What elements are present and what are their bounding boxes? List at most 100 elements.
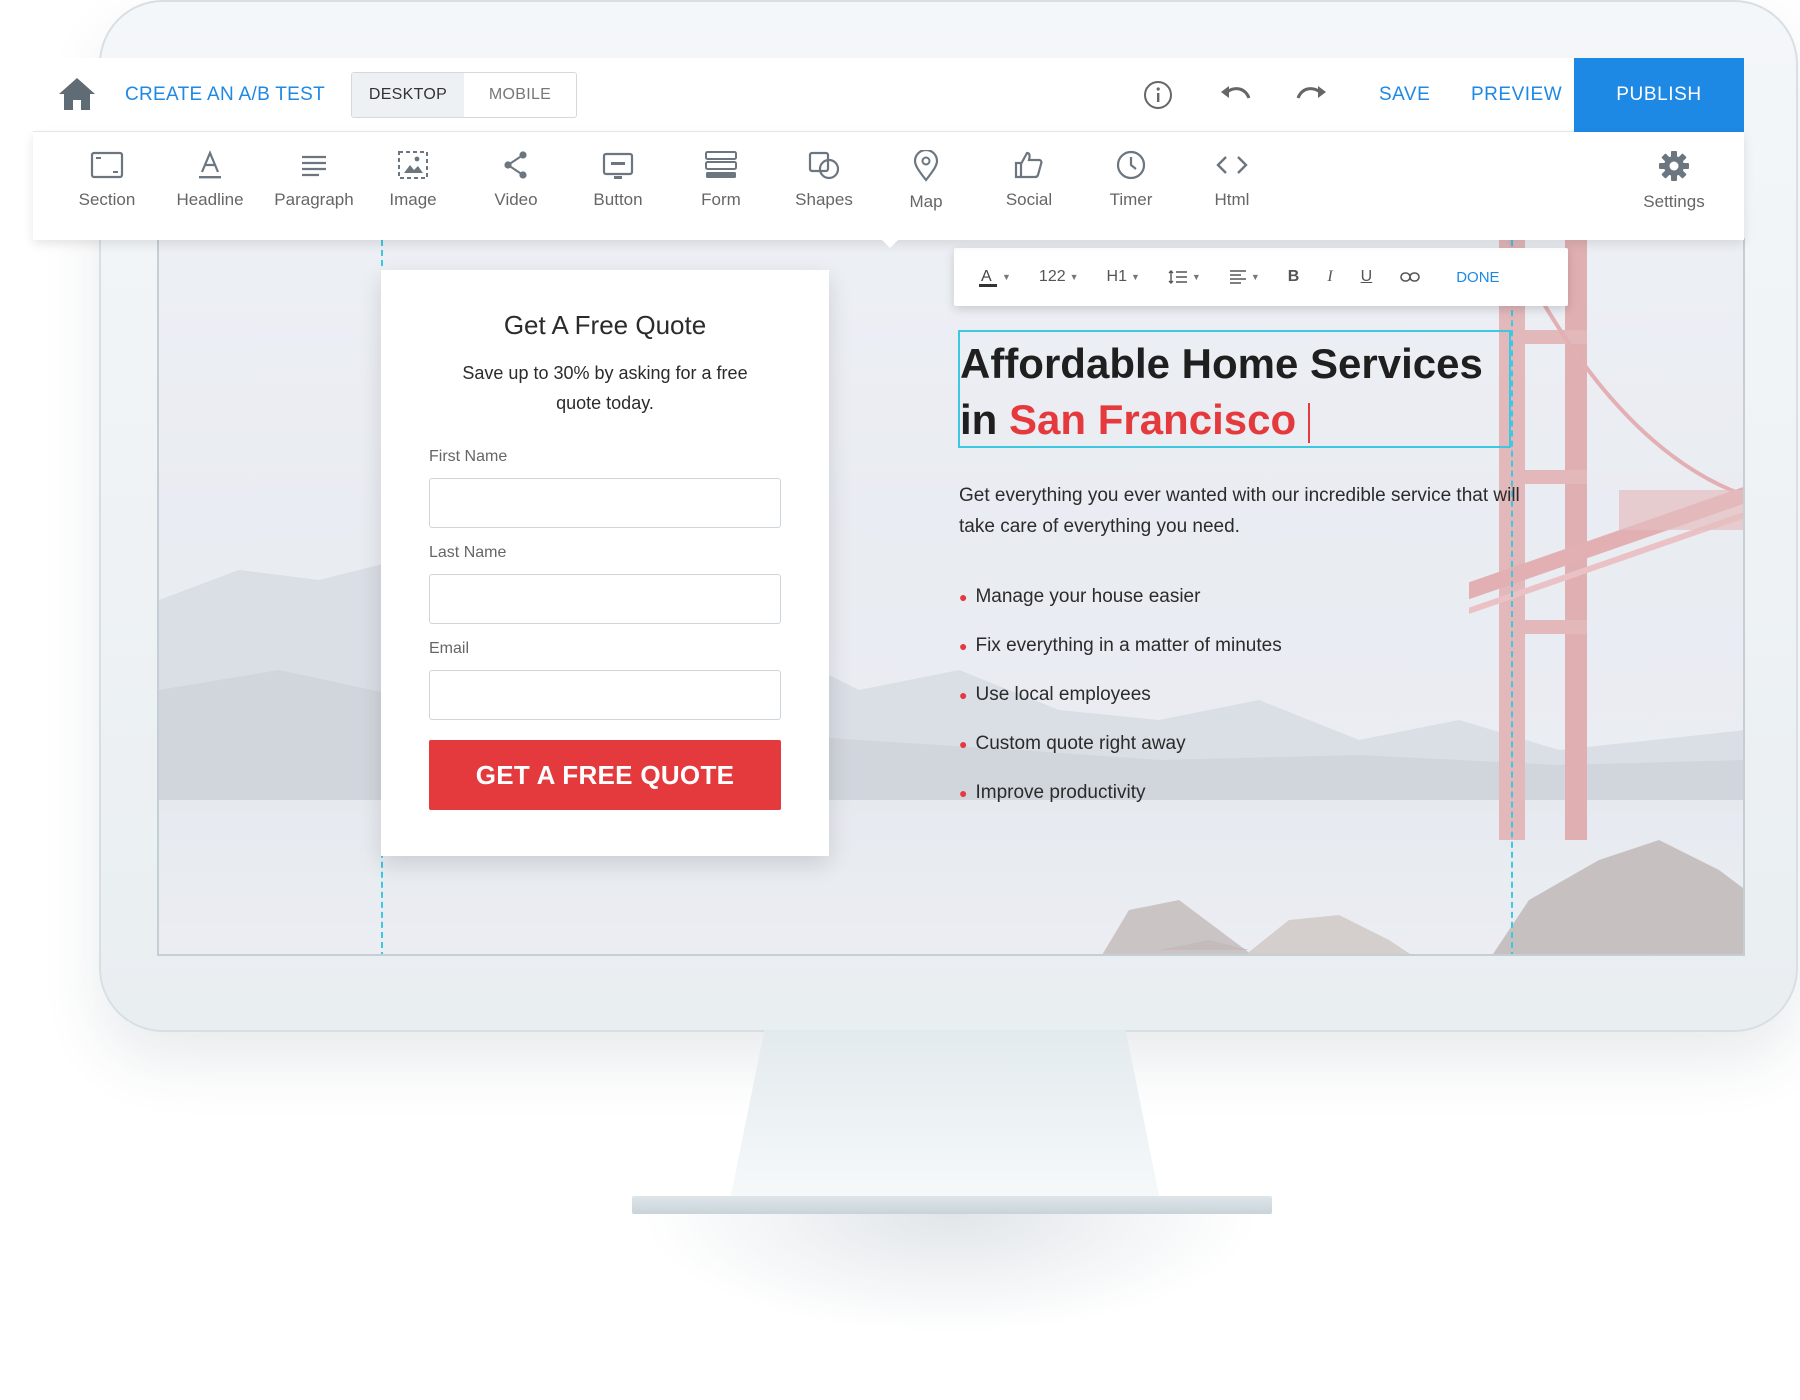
tool-label: Timer bbox=[1109, 190, 1153, 209]
tool-image[interactable]: Image bbox=[363, 150, 463, 210]
link-button[interactable] bbox=[1400, 271, 1421, 283]
list-item[interactable]: ● Manage your house easier bbox=[959, 572, 1519, 621]
heading-level-value: H1 bbox=[1106, 268, 1127, 285]
tool-label: Map bbox=[909, 192, 943, 211]
tool-shapes[interactable]: Shapes bbox=[774, 150, 874, 210]
list-item[interactable]: ● Improve productivity bbox=[959, 768, 1519, 817]
tool-label: Headline bbox=[176, 190, 244, 209]
preview-button[interactable]: PREVIEW bbox=[1471, 84, 1562, 106]
info-icon bbox=[1144, 81, 1172, 109]
publish-button[interactable]: PUBLISH bbox=[1574, 58, 1744, 132]
monitor-stand bbox=[632, 1196, 1272, 1214]
headline-line-1: Affordable Home Services bbox=[960, 340, 1483, 387]
tool-html[interactable]: Html bbox=[1182, 150, 1282, 210]
chevron-down-icon: ▼ bbox=[1191, 272, 1201, 282]
bold-button[interactable]: B bbox=[1288, 268, 1300, 286]
italic-button[interactable]: I bbox=[1327, 268, 1332, 286]
list-item[interactable]: ● Fix everything in a matter of minutes bbox=[959, 621, 1519, 670]
tool-social[interactable]: Social bbox=[979, 150, 1079, 210]
headline-highlight: San Francisco bbox=[1009, 396, 1297, 443]
bullet-dot-icon: ● bbox=[959, 784, 968, 801]
underline-button[interactable]: U bbox=[1361, 268, 1373, 286]
tool-headline[interactable]: Headline bbox=[160, 150, 260, 210]
chevron-down-icon: ▼ bbox=[1002, 272, 1011, 282]
headline-line-2: in San Francisco bbox=[960, 392, 1520, 448]
font-color-picker[interactable]: A ▼ bbox=[978, 266, 1011, 288]
toolbar-pointer bbox=[880, 238, 900, 248]
undo-icon bbox=[1221, 86, 1251, 99]
redo-button[interactable] bbox=[1295, 78, 1329, 112]
map-pin-icon bbox=[913, 150, 939, 182]
headline-prefix: in bbox=[960, 396, 1009, 443]
create-ab-test-link[interactable]: CREATE AN A/B TEST bbox=[125, 84, 325, 106]
clock-icon bbox=[1116, 150, 1146, 180]
bullet-dot-icon: ● bbox=[959, 686, 968, 703]
home-icon[interactable] bbox=[57, 76, 97, 112]
chevron-down-icon: ▼ bbox=[1069, 272, 1079, 282]
bullet-dot-icon: ● bbox=[959, 735, 968, 752]
share-icon bbox=[504, 151, 527, 179]
font-size-select[interactable]: 122 ▼ bbox=[1039, 268, 1079, 286]
text-align-select[interactable]: ▼ bbox=[1229, 269, 1260, 285]
tool-section[interactable]: Section bbox=[57, 150, 157, 210]
tool-form[interactable]: Form bbox=[671, 150, 771, 210]
tool-map[interactable]: Map bbox=[876, 150, 976, 212]
button-icon bbox=[602, 152, 634, 179]
tool-label: Video bbox=[494, 190, 538, 209]
tool-label: Paragraph bbox=[274, 190, 354, 209]
form-title: Get A Free Quote bbox=[503, 310, 707, 340]
code-icon bbox=[1216, 156, 1248, 174]
form-icon bbox=[705, 151, 737, 178]
link-icon bbox=[1400, 272, 1421, 282]
heading-level-select[interactable]: H1 ▼ bbox=[1107, 268, 1140, 286]
device-view-toggle: DESKTOP MOBILE bbox=[351, 72, 577, 118]
get-free-quote-button[interactable]: GET A FREE QUOTE bbox=[429, 740, 781, 810]
desktop-view-button[interactable]: DESKTOP bbox=[352, 73, 464, 117]
tool-button[interactable]: Button bbox=[568, 150, 668, 210]
tool-paragraph[interactable]: Paragraph bbox=[264, 150, 364, 210]
tool-timer[interactable]: Timer bbox=[1081, 150, 1181, 210]
tool-video[interactable]: Video bbox=[466, 150, 566, 210]
email-label: Email bbox=[429, 640, 470, 657]
text-format-toolbar: A ▼ 122 ▼ H1 ▼ ▼ ▼ B I U DONE bbox=[954, 248, 1568, 306]
hero-headline[interactable]: Affordable Home Services in San Francisc… bbox=[960, 336, 1520, 448]
quote-form-card[interactable]: Get A Free Quote Save up to 30% by askin… bbox=[381, 270, 829, 856]
last-name-label: Last Name bbox=[429, 544, 507, 561]
hero-body-text[interactable]: Get everything you ever wanted with our … bbox=[959, 480, 1539, 542]
element-toolbar: Section Headline Paragraph Image Video B… bbox=[33, 132, 1744, 240]
tool-label: Shapes bbox=[795, 190, 853, 209]
done-button[interactable]: DONE bbox=[1456, 269, 1499, 286]
svg-text:A: A bbox=[981, 268, 992, 285]
gear-icon bbox=[1659, 151, 1689, 181]
stand-shadow bbox=[640, 1214, 1260, 1334]
tool-label: Html bbox=[1214, 190, 1250, 209]
bullet-dot-icon: ● bbox=[959, 637, 968, 654]
shapes-icon bbox=[808, 151, 840, 180]
feature-list: ● Manage your house easier ● Fix everythin… bbox=[959, 572, 1519, 817]
font-size-value: 122 bbox=[1038, 268, 1066, 285]
mobile-view-button[interactable]: MOBILE bbox=[464, 73, 576, 117]
headline-icon bbox=[199, 150, 221, 179]
tool-label: Social bbox=[1005, 190, 1053, 209]
info-button[interactable] bbox=[1141, 78, 1175, 112]
save-button[interactable]: SAVE bbox=[1379, 84, 1430, 106]
list-item[interactable]: ● Custom quote right away bbox=[959, 719, 1519, 768]
first-name-label: First Name bbox=[429, 448, 508, 465]
editor-top-bar: CREATE AN A/B TEST DESKTOP MOBILE SAVE P… bbox=[33, 58, 1744, 132]
line-height-icon bbox=[1168, 270, 1187, 284]
line-height-select[interactable]: ▼ bbox=[1168, 269, 1201, 285]
email-input[interactable] bbox=[429, 670, 781, 720]
list-item[interactable]: ● Use local employees bbox=[959, 670, 1519, 719]
editor-canvas[interactable]: Get A Free Quote Save up to 30% by askin… bbox=[157, 238, 1745, 956]
undo-button[interactable] bbox=[1218, 78, 1252, 112]
tool-label: Button bbox=[593, 190, 643, 209]
image-icon bbox=[398, 151, 428, 179]
tool-label: Settings bbox=[1643, 192, 1705, 211]
first-name-input[interactable] bbox=[429, 478, 781, 528]
tool-settings[interactable]: Settings bbox=[1624, 150, 1724, 212]
chevron-down-icon: ▼ bbox=[1250, 272, 1260, 282]
align-left-icon bbox=[1229, 270, 1246, 284]
bullet-dot-icon: ● bbox=[959, 588, 968, 605]
last-name-input[interactable] bbox=[429, 574, 781, 624]
tool-label: Section bbox=[78, 190, 136, 209]
